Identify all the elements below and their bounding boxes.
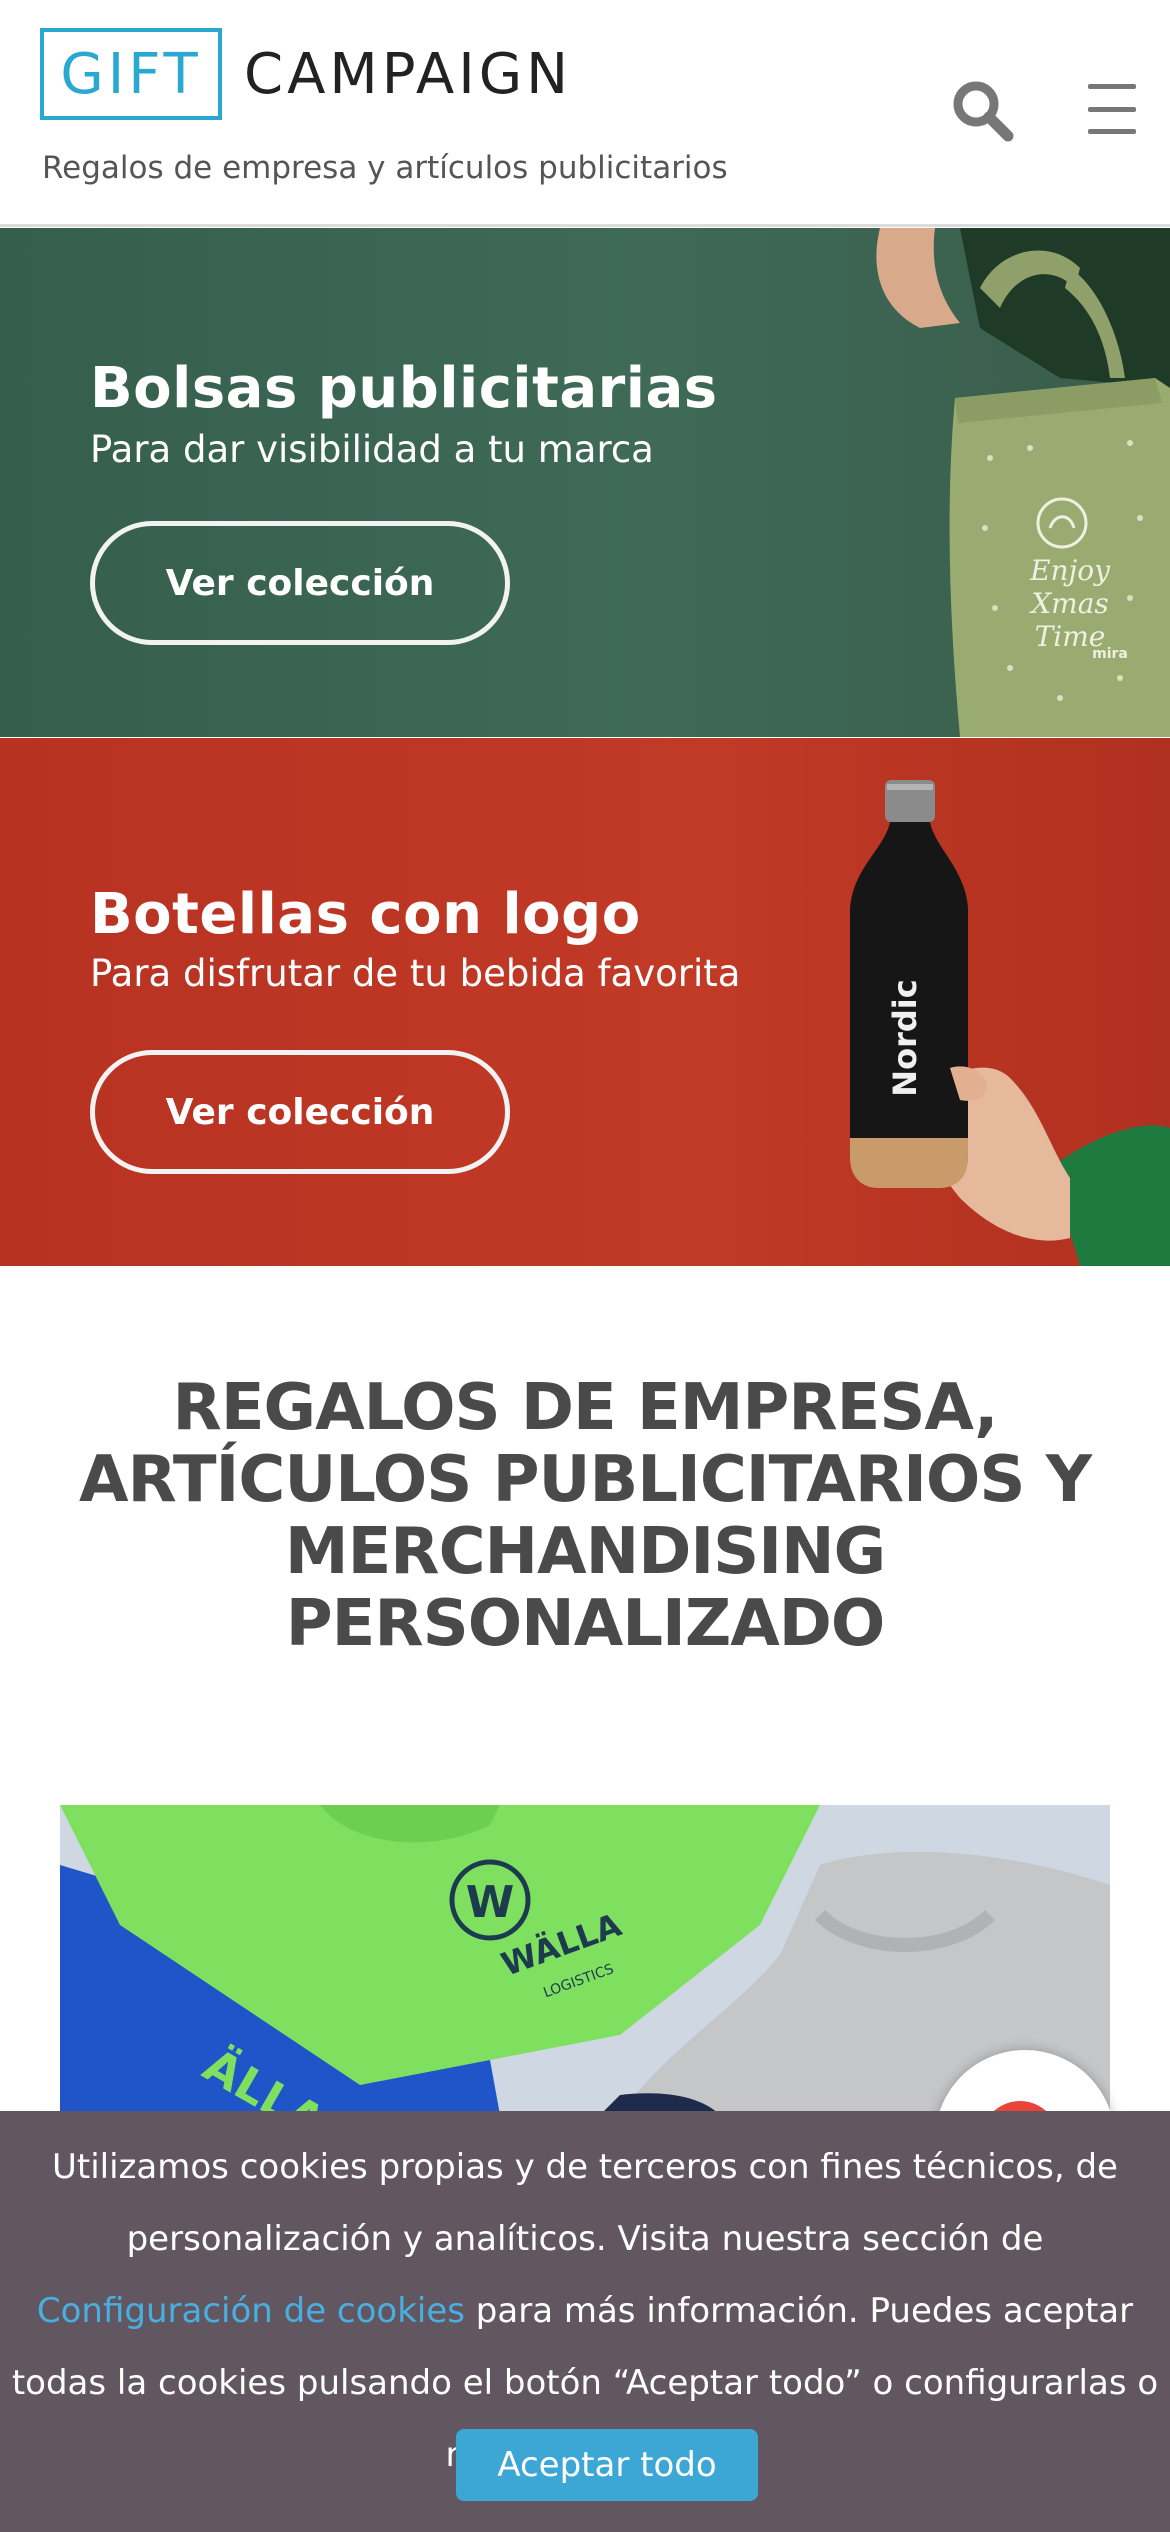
tote-bag-image: Enjoy Xmas Time mira <box>876 228 1170 737</box>
site-tagline: Regalos de empresa y artículos publicita… <box>42 150 728 186</box>
banner-subtitle: Para dar visibilidad a tu marca <box>90 428 654 471</box>
search-button[interactable] <box>950 78 1016 144</box>
cookie-consent-banner: Utilizamos cookies propias y de terceros… <box>0 2111 1170 2532</box>
banner-bolsas[interactable]: Enjoy Xmas Time mira Bolsas publicitaria… <box>0 228 1170 737</box>
cookie-settings-link[interactable]: Configuración de cookies <box>37 2291 465 2331</box>
site-header: GIFT CAMPAIGN Regalos de empresa y artíc… <box>0 0 1170 227</box>
search-icon <box>953 81 1014 142</box>
banner-botellas[interactable]: Nordic Botellas con logo Para disfrutar … <box>0 738 1170 1266</box>
banner-subtitle: Para disfrutar de tu bebida favorita <box>90 952 741 995</box>
banner-title: Bolsas publicitarias <box>90 356 718 421</box>
menu-line <box>1088 129 1136 134</box>
gift-campaign-logo[interactable]: GIFT CAMPAIGN <box>40 28 572 120</box>
bottle-print: Nordic <box>886 979 924 1096</box>
ver-coleccion-bolsas-button[interactable]: Ver colección <box>90 521 510 645</box>
cookie-text-before: Utilizamos cookies propias y de terceros… <box>52 2147 1118 2259</box>
logo-gift-text: GIFT <box>60 41 202 107</box>
ver-coleccion-botellas-button[interactable]: Ver colección <box>90 1050 510 1174</box>
menu-line <box>1088 84 1136 89</box>
bag-print-line: Xmas <box>1029 587 1109 620</box>
bag-brand: mira <box>1092 646 1128 662</box>
page-heading: REGALOS DE EMPRESA, ARTÍCULOS PUBLICITAR… <box>78 1371 1092 1661</box>
shirt-logo-letter: W <box>466 1877 515 1928</box>
hamburger-menu-button[interactable] <box>1088 84 1136 134</box>
logo-campaign-text: CAMPAIGN <box>244 41 573 107</box>
bag-print-line: Enjoy <box>1029 554 1111 587</box>
menu-line <box>1088 106 1136 112</box>
banner-title: Botellas con logo <box>90 882 641 947</box>
logo-box: GIFT <box>40 28 222 120</box>
accept-all-cookies-button[interactable]: Aceptar todo <box>456 2429 758 2501</box>
water-bottle-image: Nordic <box>850 780 1170 1266</box>
